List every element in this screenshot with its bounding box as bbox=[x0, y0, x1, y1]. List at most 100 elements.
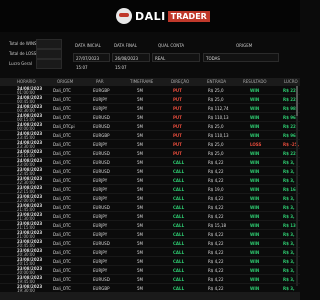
table-row[interactable]: 24/08/2023 00:15:00 Dali_OTC EURUSD 5M PUT R$ … bbox=[0, 113, 300, 122]
table-row[interactable]: 23/08/2023 20:15:00 Dali_OTC EURJPY 5M CALL R$… bbox=[0, 257, 300, 266]
row-resultado: WIN bbox=[250, 124, 260, 129]
row-lucro: R$ 3, bbox=[283, 259, 295, 264]
table-row[interactable]: 24/08/2023 01:00:00 Dali_OTC EURGBP 5M PUT R$ … bbox=[0, 86, 300, 95]
table-row[interactable]: 23/08/2023 20:45:00 Dali_OTC EURUSD 5M CALL R$… bbox=[0, 239, 300, 248]
row-par: EURUSD bbox=[93, 124, 110, 129]
row-direcao: CALL bbox=[173, 277, 185, 282]
data-final-input[interactable]: 26/08/2023 15:07 bbox=[112, 53, 150, 70]
row-lucro: R$ 3, bbox=[283, 277, 295, 282]
col-direcao[interactable]: DIREÇÃO bbox=[171, 78, 189, 86]
data-inicial-input[interactable]: 27/07/2023 15:07 bbox=[73, 53, 110, 70]
col-horario[interactable]: HORARIO bbox=[17, 78, 36, 86]
col-lucro[interactable]: LUCRO bbox=[284, 78, 298, 86]
row-resultado: WIN bbox=[250, 232, 260, 237]
table-row[interactable]: 24/08/2023 00:30:00 Dali_OTC EURJPY 5M PUT R$ … bbox=[0, 104, 300, 113]
brand-name: DALI bbox=[135, 9, 166, 23]
table-row[interactable]: 23/08/2023 22:30:00 Dali_OTC EURJPY 5M CALL R$… bbox=[0, 176, 300, 185]
row-origem: Dali_OTC bbox=[53, 232, 71, 237]
row-timeframe: 5M bbox=[137, 205, 143, 210]
table-row[interactable]: 24/08/2023 00:00:00 Dali_OTCpi EURUSD 5M PUT R… bbox=[0, 122, 300, 131]
col-par[interactable]: PAR bbox=[96, 78, 104, 86]
table-row[interactable]: 23/08/2023 19:45:00 Dali_OTC EURUSD 5M CALL R$… bbox=[0, 275, 300, 284]
data-final-label: DATA FINAL bbox=[114, 43, 138, 48]
stat-loss-label: Total de LOSS bbox=[9, 51, 37, 56]
row-resultado: WIN bbox=[250, 223, 260, 228]
row-entrada: R$ 15,18 bbox=[208, 223, 227, 228]
table-row[interactable]: 23/08/2023 21:15:00 Dali_OTC EURJPY 5M CALL R$… bbox=[0, 221, 300, 230]
table-row[interactable]: 24/08/2023 23:30:00 Dali_OTC EURJPY 5M PUT R$ … bbox=[0, 140, 300, 149]
row-timeframe: 5M bbox=[137, 187, 143, 192]
row-par: EURUSD bbox=[93, 169, 110, 174]
row-origem: Dali_OTC bbox=[53, 187, 71, 192]
row-resultado: WIN bbox=[250, 214, 260, 219]
table-row[interactable]: 23/08/2023 22:00:00 Dali_OTC EURJPY 5M CALL R$… bbox=[0, 194, 300, 203]
row-par: EURGBP bbox=[93, 88, 110, 93]
scroll-thumb[interactable] bbox=[296, 86, 298, 116]
row-par: EURJPY bbox=[93, 214, 108, 219]
trades-table-body: 24/08/2023 01:00:00 Dali_OTC EURGBP 5M PUT R$ … bbox=[0, 86, 300, 292]
row-par: EURUSD bbox=[93, 151, 110, 156]
row-entrada: R$ 25,0 bbox=[208, 97, 224, 102]
row-resultado: WIN bbox=[250, 241, 260, 246]
table-row[interactable]: 23/08/2023 21:00:00 Dali_OTC EURJPY 5M CALL R$… bbox=[0, 230, 300, 239]
row-entrada: R$ 4,22 bbox=[208, 160, 224, 165]
row-entrada: R$ 4,22 bbox=[208, 196, 224, 201]
row-timeframe: 5M bbox=[137, 214, 143, 219]
row-direcao: PUT bbox=[173, 106, 182, 111]
table-row[interactable]: 23/08/2023 19:30:00 Dali_OTC EURGBP 5M CALL R$… bbox=[0, 284, 300, 292]
qual-conta-select[interactable]: REAL bbox=[152, 53, 200, 62]
row-par: EURUSD bbox=[93, 115, 110, 120]
row-resultado: WIN bbox=[250, 106, 260, 111]
row-resultado: WIN bbox=[250, 133, 260, 138]
row-entrada: R$ 4,22 bbox=[208, 286, 224, 291]
row-entrada: R$ 4,22 bbox=[208, 259, 224, 264]
col-entrada[interactable]: ENTRADA bbox=[207, 78, 226, 86]
row-origem: Dali_OTC bbox=[53, 178, 71, 183]
table-scrollbar[interactable] bbox=[296, 86, 298, 286]
origem-select[interactable]: TODAS bbox=[203, 53, 279, 62]
qual-conta-label: QUAL CONTA bbox=[158, 43, 185, 48]
data-inicial-label: DATA INICIAL bbox=[75, 43, 101, 48]
table-row[interactable]: 23/08/2023 21:30:00 Dali_OTC EURJPY 5M CALL R$… bbox=[0, 212, 300, 221]
table-row[interactable]: 23/08/2023 22:15:00 Dali_OTC EURJPY 5M CALL R$… bbox=[0, 185, 300, 194]
row-resultado: WIN bbox=[250, 115, 260, 120]
table-row[interactable]: 24/08/2023 23:00:00 Dali_OTC EURUSD 5M CALL R$… bbox=[0, 158, 300, 167]
row-origem: Dali_OTC bbox=[53, 196, 71, 201]
row-entrada: R$ 4,22 bbox=[208, 178, 224, 183]
row-direcao: CALL bbox=[173, 169, 185, 174]
row-entrada: R$ 4,22 bbox=[208, 232, 224, 237]
row-origem: Dali_OTC bbox=[53, 268, 71, 273]
row-par: EURJPY bbox=[93, 178, 108, 183]
row-direcao: CALL bbox=[173, 160, 185, 165]
row-origem: Dali_OTC bbox=[53, 160, 71, 165]
col-timeframe[interactable]: TIMEFRAME bbox=[130, 78, 153, 86]
row-direcao: CALL bbox=[173, 268, 185, 273]
table-row[interactable]: 23/08/2023 22:45:00 Dali_OTC EURUSD 5M CALL R$… bbox=[0, 167, 300, 176]
table-row[interactable]: 24/08/2023 23:15:00 Dali_OTC EURUSD 5M PUT R$ … bbox=[0, 149, 300, 158]
col-resultado[interactable]: RESULTADO bbox=[243, 78, 267, 86]
table-row[interactable]: 24/08/2023 00:45:00 Dali_OTC EURJPY 5M PUT R$ … bbox=[0, 95, 300, 104]
row-timeframe: 5M bbox=[137, 259, 143, 264]
table-row[interactable]: 23/08/2023 20:00:00 Dali_OTC EURJPY 5M CALL R$… bbox=[0, 266, 300, 275]
row-direcao: PUT bbox=[173, 88, 182, 93]
row-timeframe: 5M bbox=[137, 286, 143, 291]
row-entrada: R$ 4,22 bbox=[208, 250, 224, 255]
table-row[interactable]: 23/08/2023 20:30:00 Dali_OTC EURJPY 5M CALL R$… bbox=[0, 248, 300, 257]
row-direcao: CALL bbox=[173, 286, 185, 291]
table-row[interactable]: 23/08/2023 21:45:00 Dali_OTC EURUSD 5M CALL R$… bbox=[0, 203, 300, 212]
col-origem[interactable]: ORIGEM bbox=[57, 78, 73, 86]
row-entrada: R$ 4,22 bbox=[208, 169, 224, 174]
row-entrada: R$ 25,0 bbox=[208, 151, 224, 156]
row-origem: Dali_OTC bbox=[53, 88, 71, 93]
stat-loss-value bbox=[36, 49, 62, 59]
stat-wins-value bbox=[36, 39, 62, 49]
row-timeframe: 5M bbox=[137, 196, 143, 201]
table-header: HORARIO ORIGEM PAR TIMEFRAME DIREÇÃO ENT… bbox=[0, 78, 300, 86]
table-row[interactable]: 24/08/2023 23:45:00 Dali_OTC EURGBP 5M PUT R$ … bbox=[0, 131, 300, 140]
row-par: EURJPY bbox=[93, 142, 108, 147]
row-lucro: R$ 3, bbox=[283, 241, 295, 246]
row-origem: Dali_OTC bbox=[53, 241, 71, 246]
row-timeframe: 5M bbox=[137, 88, 143, 93]
row-par: EURJPY bbox=[93, 259, 108, 264]
row-lucro: R$ 3, bbox=[283, 268, 295, 273]
